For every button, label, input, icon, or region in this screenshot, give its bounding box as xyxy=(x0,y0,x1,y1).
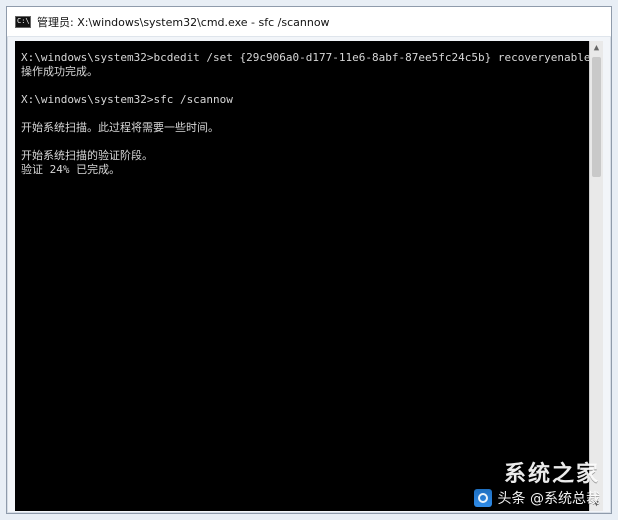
console-scrollbar[interactable]: ▲ ▼ xyxy=(589,41,603,511)
console-line: 开始系统扫描。此过程将需要一些时间。 xyxy=(21,121,219,134)
scroll-thumb[interactable] xyxy=(592,57,601,177)
cmd-window: 管理员: X:\windows\system32\cmd.exe - sfc /… xyxy=(6,6,612,514)
console-line: 验证 24% 已完成。 xyxy=(21,163,121,176)
console-line: X:\windows\system32>bcdedit /set {29c906… xyxy=(21,51,603,64)
console-line: 开始系统扫描的验证阶段。 xyxy=(21,149,153,162)
scroll-up-arrow-icon[interactable]: ▲ xyxy=(590,41,603,55)
console-line: 操作成功完成。 xyxy=(21,65,98,78)
console-output[interactable]: X:\windows\system32>bcdedit /set {29c906… xyxy=(15,41,603,511)
console-line: X:\windows\system32>sfc /scannow xyxy=(21,93,233,106)
scroll-down-arrow-icon[interactable]: ▼ xyxy=(590,497,603,511)
window-title: 管理员: X:\windows\system32\cmd.exe - sfc /… xyxy=(37,15,330,29)
title-bar[interactable]: 管理员: X:\windows\system32\cmd.exe - sfc /… xyxy=(7,7,611,37)
cmd-icon xyxy=(15,15,31,28)
